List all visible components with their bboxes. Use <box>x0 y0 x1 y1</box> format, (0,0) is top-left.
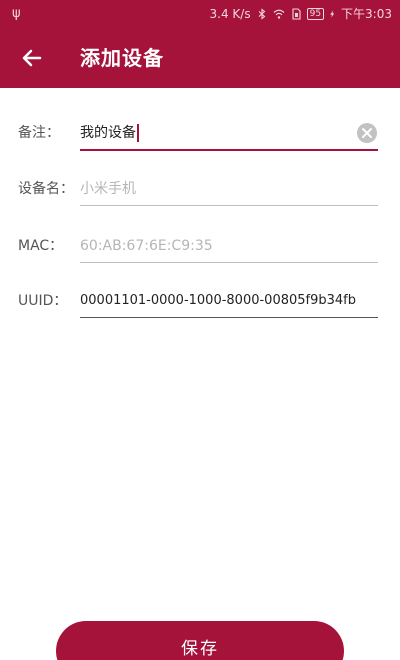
status-bar-right: 3.4 K/s 95 下午3:03 <box>210 0 392 28</box>
status-bar: ψ 3.4 K/s 95 下午3:03 <box>0 0 400 28</box>
battery-icon: 95 <box>306 8 325 20</box>
remark-label: 备注： <box>18 125 60 141</box>
mac-row: MAC： 60:AB:67:6E:C9:35 <box>0 226 400 266</box>
save-button[interactable]: 保存 <box>56 621 344 660</box>
text-cursor <box>137 124 139 142</box>
usb-icon: ψ <box>12 6 21 21</box>
clock: 下午3:03 <box>341 7 392 21</box>
battery-level: 95 <box>309 9 322 19</box>
bluetooth-icon <box>258 8 265 20</box>
mac-label: MAC： <box>18 238 64 254</box>
device-name-placeholder: 小米手机 <box>80 181 136 197</box>
mac-input[interactable]: 60:AB:67:6E:C9:35 <box>80 230 378 263</box>
network-speed: 3.4 K/s <box>209 7 251 21</box>
uuid-input[interactable]: 00001101-0000-1000-8000-00805f9b34fb <box>80 285 378 318</box>
remark-input[interactable]: 我的设备 <box>80 117 378 151</box>
clear-icon[interactable] <box>356 122 378 144</box>
remark-value: 我的设备 <box>80 125 136 141</box>
charging-icon <box>330 10 335 18</box>
uuid-value: 00001101-0000-1000-8000-00805f9b34fb <box>80 293 357 308</box>
add-device-screen: ψ 3.4 K/s 95 下午3:03 添加设备 备注： 我的设备 设备名： 小… <box>0 0 400 660</box>
remark-row: 备注： 我的设备 <box>0 113 400 153</box>
app-bar: 添加设备 <box>0 28 400 88</box>
sim-icon <box>292 8 301 20</box>
mac-placeholder: 60:AB:67:6E:C9:35 <box>80 238 213 254</box>
uuid-row: UUID： 00001101-0000-1000-8000-00805f9b34… <box>0 281 400 321</box>
device-name-row: 设备名： 小米手机 <box>0 169 400 209</box>
remark-value-wrap: 我的设备 <box>80 117 139 149</box>
wifi-icon <box>273 9 284 19</box>
device-name-label: 设备名： <box>18 181 74 197</box>
page-title: 添加设备 <box>80 46 164 70</box>
arrow-left-icon[interactable] <box>18 44 46 72</box>
uuid-label: UUID： <box>18 293 68 309</box>
device-name-input[interactable]: 小米手机 <box>80 173 378 206</box>
